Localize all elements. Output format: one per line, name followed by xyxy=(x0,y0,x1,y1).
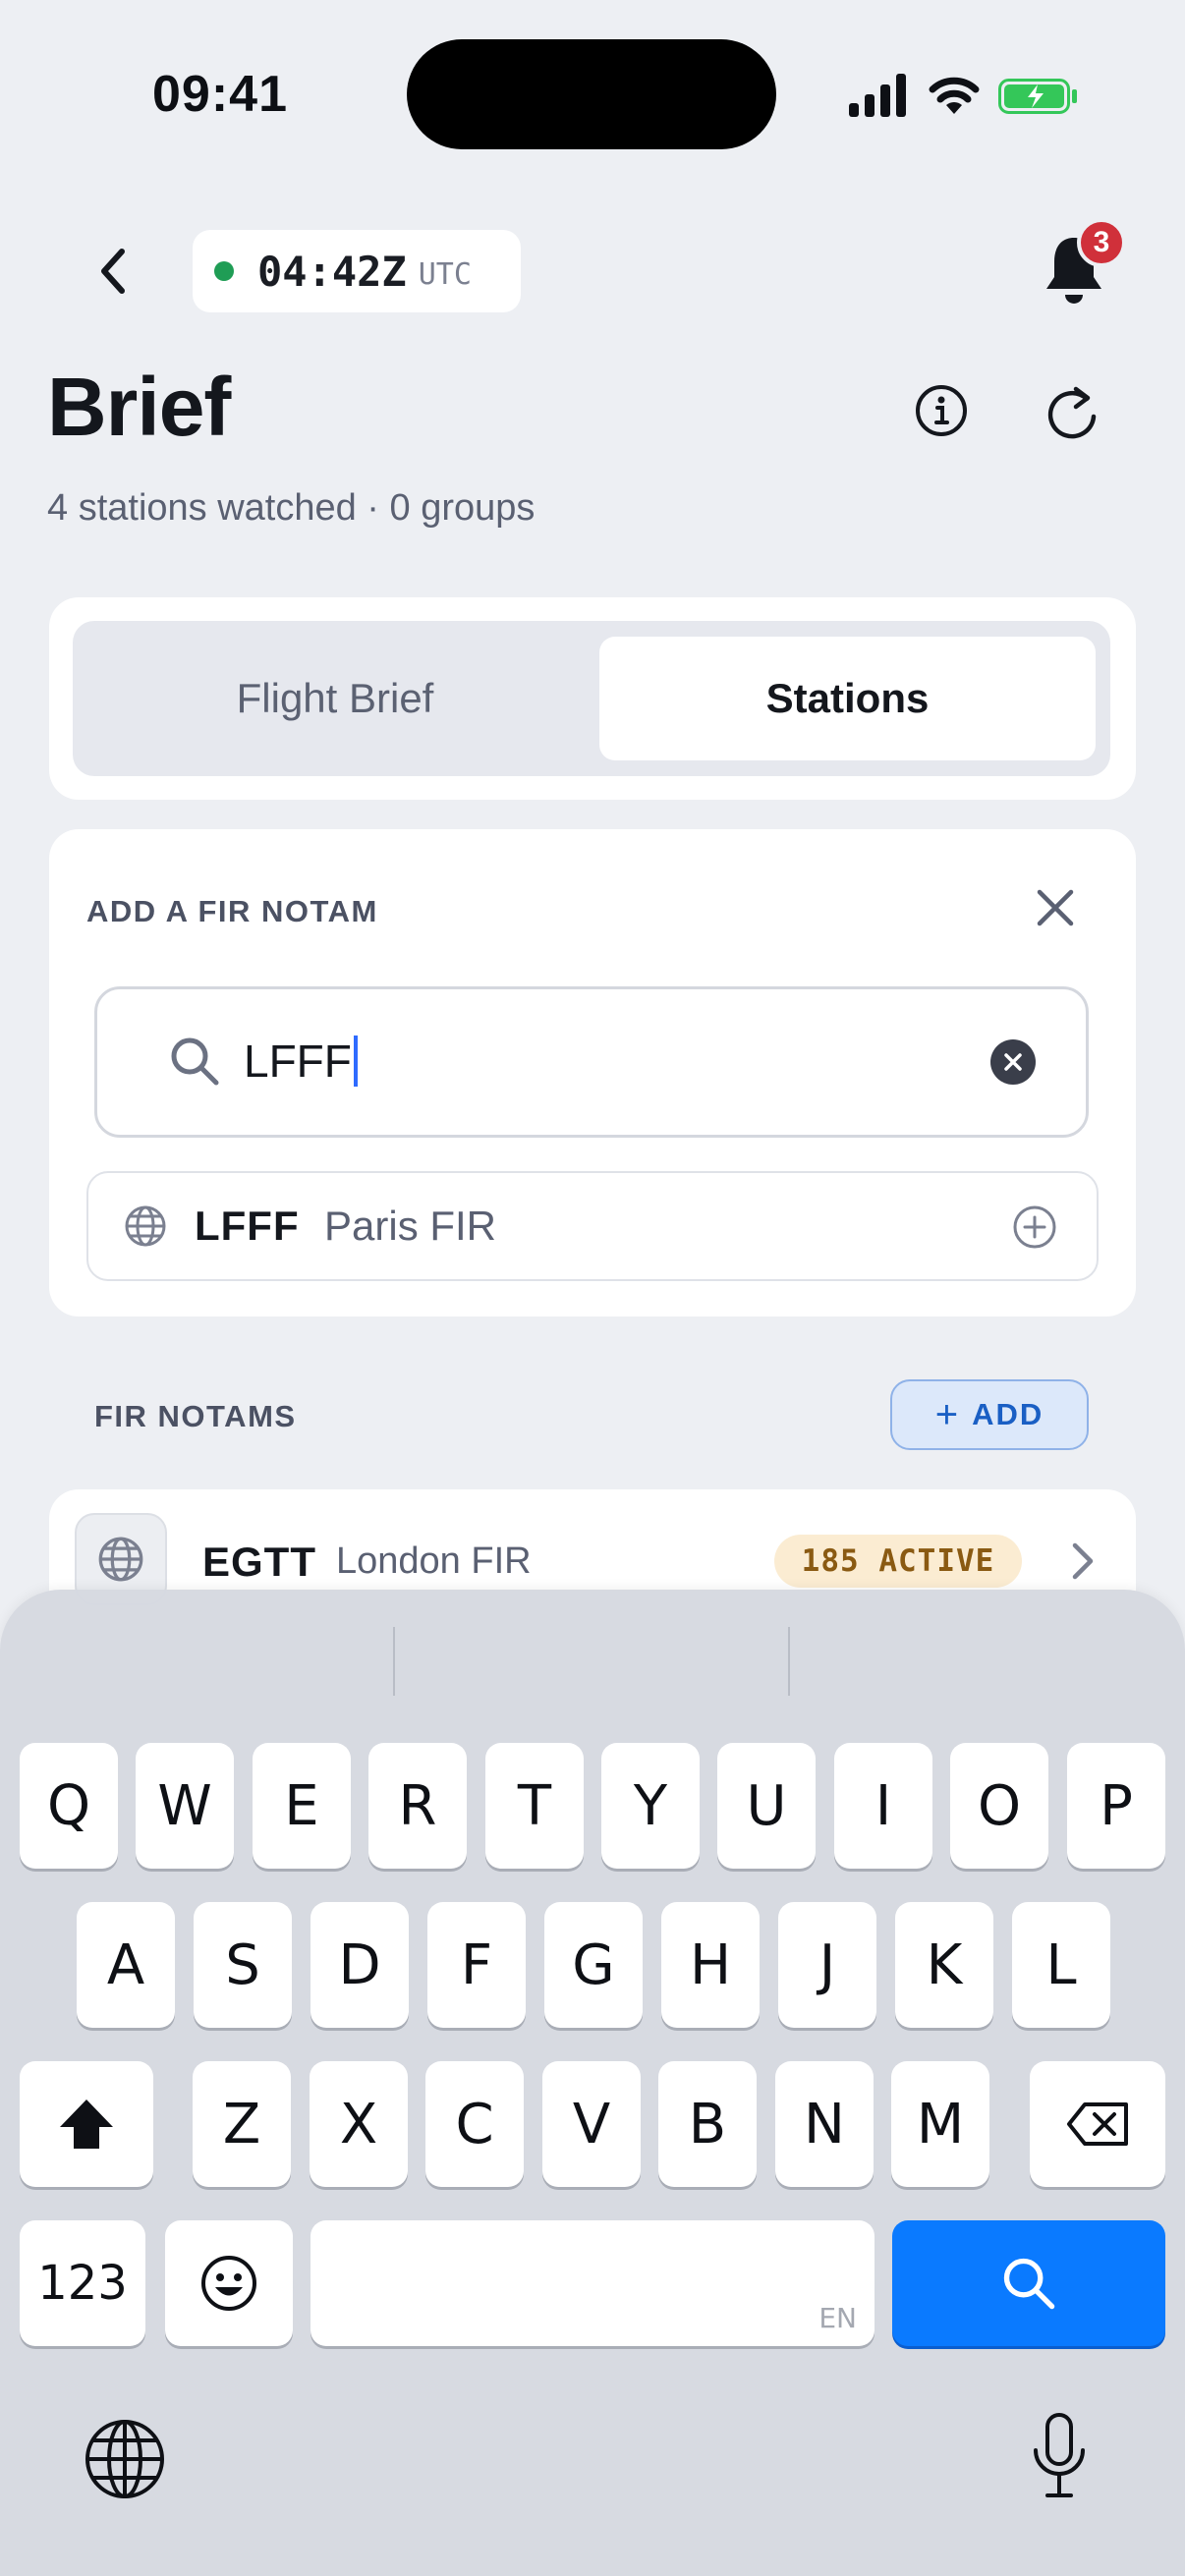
key-l[interactable]: L xyxy=(1012,1902,1110,2028)
search-icon xyxy=(171,1037,219,1086)
live-status-dot xyxy=(214,261,234,281)
key-y[interactable]: Y xyxy=(601,1743,700,1869)
add-fir-button[interactable]: + ADD xyxy=(890,1379,1089,1450)
add-fir-title: ADD A FIR NOTAM xyxy=(86,894,378,928)
key-d[interactable]: D xyxy=(310,1902,409,2028)
add-fir-button-label: ADD xyxy=(972,1397,1044,1431)
close-icon[interactable] xyxy=(1032,884,1079,931)
key-n[interactable]: N xyxy=(775,2061,874,2187)
active-count-badge: 185 ACTIVE xyxy=(774,1535,1022,1588)
utc-clock-pill: 04:42Z UTC xyxy=(193,230,521,312)
keyboard-language: EN xyxy=(818,2302,857,2334)
emoji-icon xyxy=(201,2256,256,2311)
key-s[interactable]: S xyxy=(194,1902,292,2028)
chevron-right-icon xyxy=(1072,1542,1094,1580)
tab-stations[interactable]: Stations xyxy=(599,637,1096,760)
key-p[interactable]: P xyxy=(1067,1743,1165,1869)
clear-icon xyxy=(1004,1053,1022,1071)
numbers-key[interactable]: 123 xyxy=(20,2220,145,2346)
refresh-icon[interactable] xyxy=(1044,381,1100,442)
info-icon[interactable] xyxy=(914,383,969,438)
key-u[interactable]: U xyxy=(717,1743,816,1869)
globe-icon xyxy=(98,1537,143,1582)
back-chevron-icon[interactable] xyxy=(86,242,141,301)
key-c[interactable]: C xyxy=(425,2061,524,2187)
utc-label: UTC xyxy=(418,256,472,292)
key-j[interactable]: J xyxy=(778,1902,876,2028)
backspace-icon xyxy=(1067,2102,1128,2146)
result-fir-code: LFFF xyxy=(195,1203,300,1249)
backspace-key[interactable] xyxy=(1030,2061,1165,2187)
search-icon xyxy=(1003,2258,1055,2310)
wifi-icon xyxy=(929,77,980,114)
notification-badge: 3 xyxy=(1077,218,1126,267)
search-query-text: LFFF xyxy=(244,1036,352,1087)
key-w[interactable]: W xyxy=(136,1743,234,1869)
keyboard-globe-icon[interactable] xyxy=(83,2417,167,2501)
add-circle-icon[interactable] xyxy=(1012,1204,1057,1250)
search-key[interactable] xyxy=(892,2220,1165,2346)
key-b[interactable]: B xyxy=(658,2061,757,2187)
key-z[interactable]: Z xyxy=(193,2061,291,2187)
fir-name: London FIR xyxy=(336,1540,532,1582)
result-fir-name: Paris FIR xyxy=(324,1203,497,1249)
shift-key[interactable] xyxy=(20,2061,153,2187)
key-m[interactable]: M xyxy=(891,2061,989,2187)
key-k[interactable]: K xyxy=(895,1902,993,2028)
page-subtitle: 4 stations watched · 0 groups xyxy=(47,487,536,529)
key-i[interactable]: I xyxy=(834,1743,932,1869)
plus-icon: + xyxy=(934,1392,959,1436)
key-o[interactable]: O xyxy=(950,1743,1048,1869)
microphone-icon[interactable] xyxy=(1028,2411,1091,2501)
page-title: Brief xyxy=(47,361,231,453)
shift-icon xyxy=(60,2100,113,2149)
search-input-value[interactable]: LFFF xyxy=(244,1034,358,1089)
tab-flight-brief[interactable]: Flight Brief xyxy=(88,637,582,760)
key-a[interactable]: A xyxy=(77,1902,175,2028)
status-time: 09:41 xyxy=(152,66,288,123)
key-t[interactable]: T xyxy=(485,1743,584,1869)
dynamic-island xyxy=(407,39,776,149)
emoji-key[interactable] xyxy=(165,2220,293,2346)
key-q[interactable]: Q xyxy=(20,1743,118,1869)
key-r[interactable]: R xyxy=(368,1743,467,1869)
globe-icon xyxy=(125,1205,166,1247)
suggestion-divider xyxy=(788,1627,790,1696)
fir-notams-section-title: FIR NOTAMS xyxy=(94,1399,297,1433)
space-key[interactable]: EN xyxy=(310,2220,875,2346)
utc-time: 04:42Z xyxy=(257,247,407,296)
fir-code: EGTT xyxy=(202,1539,316,1585)
key-f[interactable]: F xyxy=(427,1902,526,2028)
cellular-signal-icon xyxy=(849,74,906,117)
key-g[interactable]: G xyxy=(544,1902,643,2028)
key-e[interactable]: E xyxy=(253,1743,351,1869)
key-v[interactable]: V xyxy=(542,2061,641,2187)
text-caret xyxy=(353,1036,358,1087)
battery-charging-icon xyxy=(998,79,1077,114)
key-x[interactable]: X xyxy=(310,2061,408,2187)
suggestion-divider xyxy=(393,1627,395,1696)
clear-search-button[interactable] xyxy=(990,1039,1036,1085)
key-h[interactable]: H xyxy=(661,1902,760,2028)
